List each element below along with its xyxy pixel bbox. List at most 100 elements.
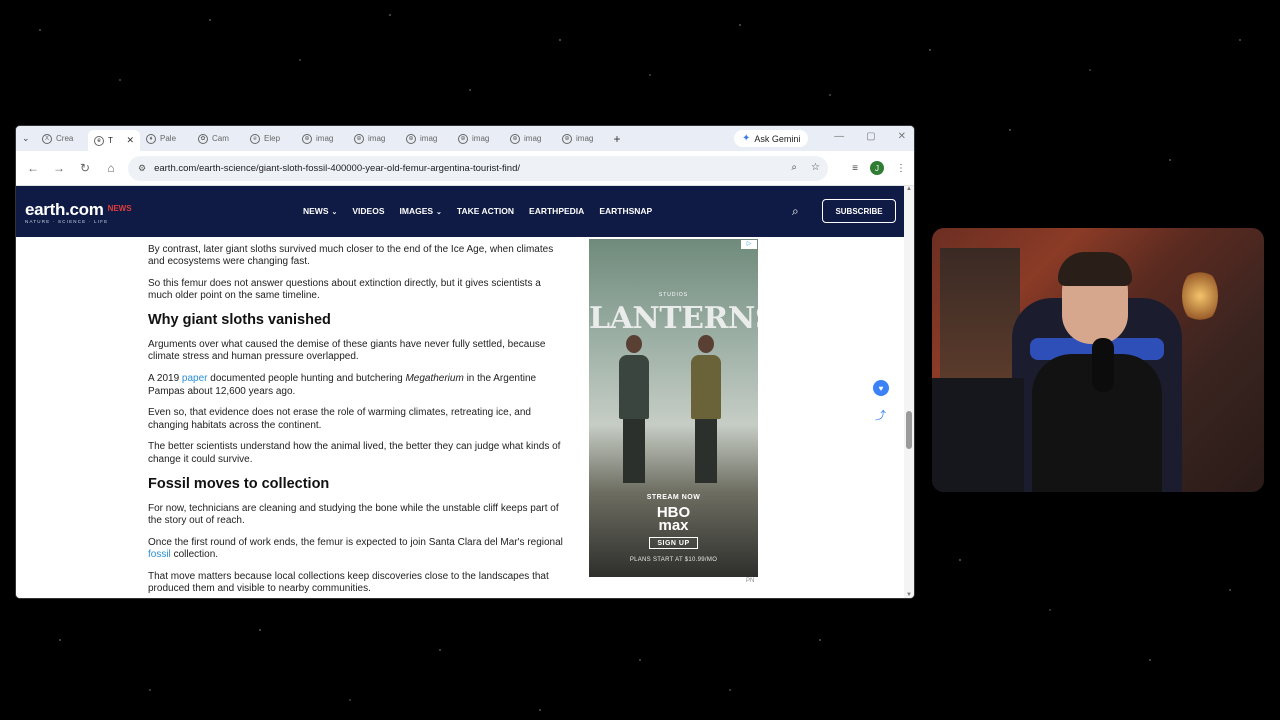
nav-item-take-action[interactable]: TAKE ACTION [457,206,514,216]
scroll-down-icon[interactable]: ▼ [906,592,912,598]
nav-label: TAKE ACTION [456,206,515,216]
tab-label: Pale [160,134,177,143]
url-text: earth.com/earth-science/giant-sloth-foss… [154,163,520,174]
nav-item-earthsnap[interactable]: EARTHSNAP [599,206,652,216]
text: A 2019 [148,373,182,385]
profile-avatar[interactable]: J [870,161,884,175]
browser-tab[interactable]: ⊕ imag [400,130,452,148]
address-bar[interactable]: ⚙ earth.com/earth-science/giant-sloth-fo… [128,156,828,181]
nav-item-news[interactable]: NEWS ⌄ [303,206,337,216]
paper-link[interactable]: paper [182,373,208,384]
webcam-monitor [932,378,1024,492]
earth-logo[interactable]: earth.com NEWS NATURE · SCIENCE · LIFE [25,200,132,224]
tab-label: imag [368,134,386,143]
nav-label: NEWS [303,206,329,216]
section-heading: Why giant sloths vanished [148,312,331,329]
species-name: Megatherium [405,373,464,385]
home-icon[interactable]: ⌂ [104,161,118,175]
page-scrollbar[interactable]: ▲ ▼ [904,186,914,598]
fossil-link[interactable]: fossil [148,549,171,560]
nav-item-images[interactable]: IMAGES ⌄ [400,206,442,216]
image-search-icon: ⊕ [354,133,364,144]
page-content: By contrast, later giant sloths survived… [16,237,904,598]
minimize-icon[interactable]: — [834,131,844,142]
browser-tab[interactable]: e T ✕ [88,130,140,151]
webcam-overlay [932,228,1264,492]
webcam-person-hair [1058,252,1132,286]
forward-arrow-icon[interactable]: → [52,161,66,175]
paragraph: Even so, that evidence does not erase th… [148,407,531,431]
scroll-thumb[interactable] [906,411,912,449]
tab-label: Cam [212,134,229,143]
browser-tab[interactable]: ⊕ imag [556,130,608,148]
text: collection. [170,548,219,560]
bookmark-star-icon[interactable]: ☆ [811,162,820,173]
search-icon[interactable]: ⌕ [792,204,799,219]
tab-label: T [108,136,113,145]
tab-label: imag [472,134,490,143]
maximize-icon[interactable]: ▢ [866,131,875,142]
nav-label: EARTHPEDIA [529,206,585,216]
tab-label: Elep [264,134,281,143]
paragraph: So this femur does not answer questions … [148,278,541,302]
logo-wordmark: earth.com [25,200,104,219]
back-arrow-icon[interactable]: ← [26,161,40,175]
nav-item-earthpedia[interactable]: EARTHPEDIA [529,206,584,216]
site-header: earth.com NEWS NATURE · SCIENCE · LIFE NE… [16,186,904,237]
browser-tab[interactable]: ⊕ imag [504,130,556,148]
reload-icon[interactable]: ↻ [78,161,92,175]
tab-strip: ⌄ X Crea e T ✕ ♦ Pale ✿ Cam e Elep ⊕ imag ⊕ imag ⊕ imag ⊕… [16,126,914,151]
chevron-down-icon: ⌄ [436,209,442,216]
ad-figure-left [619,335,649,485]
browser-tab[interactable]: ⊕ imag [348,130,400,148]
paragraph: Arguments over what caused the demise of… [148,339,546,363]
text: Once the first round of work ends, the f… [148,536,563,548]
window-controls: — ▢ ✕ [834,131,906,142]
paw-icon: ✿ [198,133,208,144]
browser-tab[interactable]: e Elep [244,130,296,148]
zoom-icon[interactable]: ⌕ [791,162,797,173]
tab-search-chevron-icon[interactable]: ⌄ [22,133,36,144]
favorite-heart-icon[interactable]: ♥ [873,380,889,396]
paragraph: That move matters because local collecti… [148,570,549,595]
browser-tab[interactable]: X Crea [36,130,88,148]
nav-item-videos[interactable]: VIDEOS [352,206,384,216]
ad-stream-now: STREAM NOW [646,494,701,501]
browser-tab[interactable]: ♦ Pale [140,130,192,148]
ad-studio: STUDIOS [658,292,689,298]
close-window-icon[interactable]: ✕ [898,131,906,142]
text: documented people hunting and butchering [207,373,406,385]
advertisement[interactable]: ▷ STUDIOS LANTERNS STREAM NOW HBO max SI… [589,239,758,577]
adchoices-icon[interactable]: ▷ [741,240,757,249]
close-tab-icon[interactable]: ✕ [126,135,134,146]
browser-tab[interactable]: ⊕ imag [296,130,348,148]
ask-gemini-label: Ask Gemini [754,133,801,144]
browser-tab[interactable]: ✿ Cam [192,130,244,148]
section-heading: Fossil moves to collection [148,475,330,492]
paragraph: The better scientists understand how the… [148,441,561,465]
scroll-up-icon[interactable]: ▲ [906,186,912,192]
ask-gemini-button[interactable]: ✦ Ask Gemini [734,130,809,147]
reading-list-icon[interactable]: ≡ [852,163,858,174]
share-icon[interactable]: ⤴ [875,407,886,423]
browser-tab[interactable]: ⊕ imag [452,130,504,148]
logo-news: NEWS [107,204,132,213]
new-tab-button[interactable]: + [608,132,626,146]
ad-label: PN [746,578,755,584]
nav-label: VIDEOS [352,206,385,216]
ad-signup-button[interactable]: SIGN UP [649,537,698,549]
tab-label: Crea [56,134,74,143]
site-info-icon[interactable]: ⚙ [138,163,146,174]
image-search-icon: ⊕ [510,133,520,144]
nav-label: IMAGES [399,206,434,216]
ad-title: LANTERNS [589,301,758,336]
tab-label: imag [316,134,334,143]
paragraph: By contrast, later giant sloths survived… [148,244,554,268]
menu-kebab-icon[interactable]: ⋮ [896,163,906,174]
webcam-lamp [1182,268,1218,324]
earth-icon: e [94,135,104,146]
subscribe-button[interactable]: SUBSCRIBE [822,199,896,223]
chevron-down-icon: ⌄ [331,209,338,216]
logo-tagline: NATURE · SCIENCE · LIFE [25,219,109,224]
browser-toolbar: ← → ↻ ⌂ ⚙ earth.com/earth-science/giant-… [16,151,914,186]
